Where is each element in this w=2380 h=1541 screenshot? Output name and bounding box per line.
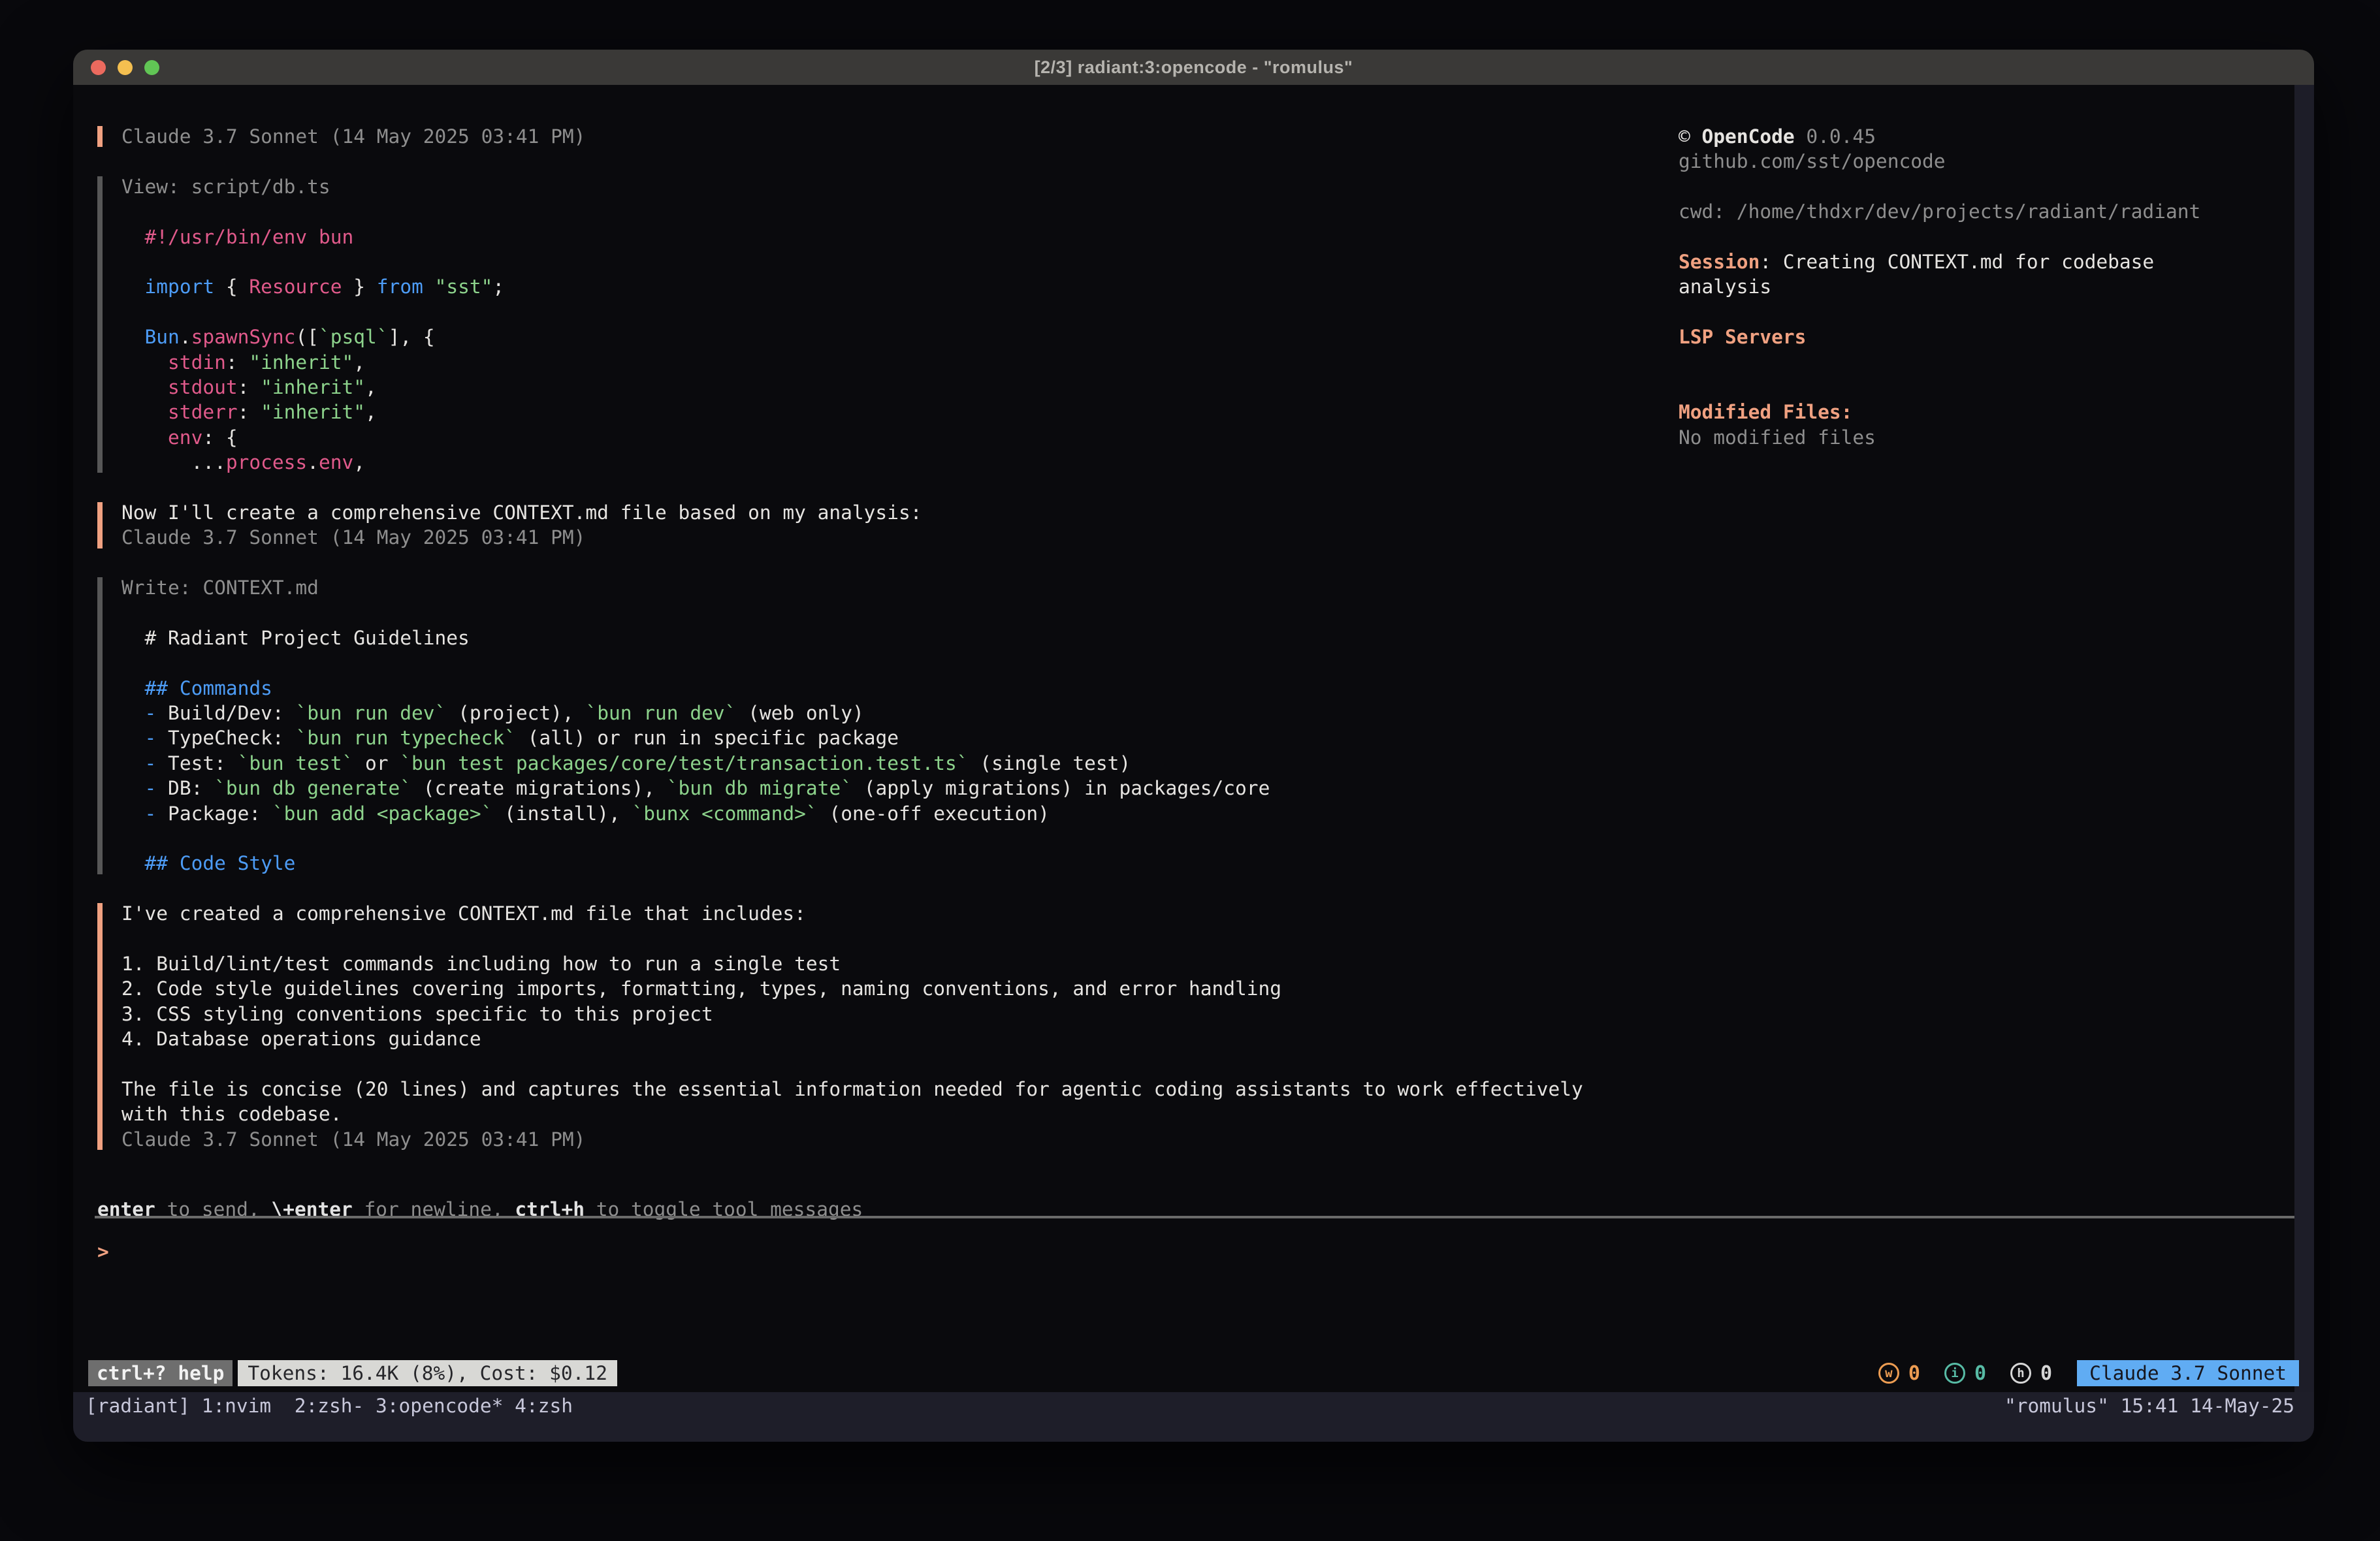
- text-line: Claude 3.7 Sonnet (14 May 2025 03:41 PM): [121, 525, 1639, 550]
- text-line: # Radiant Project Guidelines: [121, 626, 1639, 650]
- text-line: - TypeCheck: `bun run typecheck` (all) o…: [121, 725, 1639, 750]
- session-sidebar: © OpenCode 0.0.45github.com/sst/opencode…: [1679, 124, 2292, 450]
- text-line: [121, 826, 1639, 851]
- text-line: [121, 199, 1639, 224]
- info-count: 0: [1974, 1362, 1986, 1385]
- text-line: env: {: [121, 425, 1639, 450]
- info-counter: i 0: [1944, 1362, 1986, 1385]
- text-line: Bun.spawnSync([`psql`], {: [121, 325, 1639, 349]
- text-line: stdout: "inherit",: [121, 375, 1639, 400]
- message-meta-block: Claude 3.7 Sonnet (14 May 2025 03:41 PM): [97, 124, 1639, 149]
- text-line: [1679, 225, 2292, 249]
- close-button[interactable]: [91, 60, 106, 75]
- text-line: 4. Database operations guidance: [121, 1026, 1639, 1051]
- text-line: [1679, 300, 2292, 325]
- text-line: 2. Code style guidelines covering import…: [121, 976, 1639, 1001]
- text-line: - Package: `bun add <package>` (install)…: [121, 801, 1639, 826]
- text-line: stdin: "inherit",: [121, 350, 1639, 375]
- hints-counter: h 0: [2010, 1362, 2052, 1385]
- text-line: The file is concise (20 lines) and captu…: [121, 1077, 1639, 1102]
- text-line: [1679, 350, 2292, 375]
- prompt-input[interactable]: >: [97, 1239, 109, 1264]
- text-line: View: script/db.ts: [121, 174, 1639, 199]
- tool-write-block: Write: CONTEXT.md # Radiant Project Guid…: [97, 575, 1639, 876]
- text-line: cwd: /home/thdxr/dev/projects/radiant/ra…: [1679, 199, 2292, 224]
- text-line: Claude 3.7 Sonnet (14 May 2025 03:41 PM): [121, 124, 1639, 149]
- text-line: [1679, 375, 2292, 400]
- text-line: Session: Creating CONTEXT.md for codebas…: [1679, 249, 2292, 274]
- window-titlebar[interactable]: [2/3] radiant:3:opencode - "romulus": [73, 50, 2314, 85]
- tmux-host-clock: "romulus" 15:41 14-May-25: [2004, 1393, 2294, 1418]
- terminal-right-gutter: [2294, 85, 2314, 1392]
- diagnostics-group: w 0 i 0 h 0: [1878, 1362, 2052, 1385]
- text-line: [121, 927, 1639, 951]
- chat-transcript: Claude 3.7 Sonnet (14 May 2025 03:41 PM)…: [97, 124, 1639, 1177]
- window-title: [2/3] radiant:3:opencode - "romulus": [1035, 57, 1353, 78]
- text-line: ## Commands: [121, 676, 1639, 701]
- tmux-window-4[interactable]: 4:zsh: [503, 1393, 573, 1418]
- text-line: 3. CSS styling conventions specific to t…: [121, 1002, 1639, 1026]
- text-line: ...process.env,: [121, 450, 1639, 475]
- text-line: - Build/Dev: `bun run dev` (project), `b…: [121, 701, 1639, 725]
- help-chip: ctrl+? help: [88, 1360, 233, 1386]
- text-line: © OpenCode 0.0.45: [1679, 124, 2292, 149]
- text-line: analysis: [1679, 274, 2292, 299]
- assistant-message-block: Now I'll create a comprehensive CONTEXT.…: [97, 500, 1639, 550]
- text-line: - DB: `bun db generate` (create migratio…: [121, 776, 1639, 801]
- text-line: 1. Build/lint/test commands including ho…: [121, 951, 1639, 976]
- text-line: [121, 600, 1639, 625]
- input-divider: [95, 1216, 2294, 1218]
- tmux-window-3[interactable]: 3:opencode*: [364, 1393, 503, 1418]
- model-badge[interactable]: Claude 3.7 Sonnet: [2077, 1360, 2299, 1386]
- warning-count: 0: [1908, 1362, 1920, 1385]
- terminal-window: [2/3] radiant:3:opencode - "romulus" Cla…: [73, 50, 2314, 1442]
- text-line: Write: CONTEXT.md: [121, 575, 1639, 600]
- text-line: LSP Servers: [1679, 325, 2292, 349]
- text-line: [121, 300, 1639, 325]
- text-line: stderr: "inherit",: [121, 400, 1639, 424]
- text-line: [121, 1051, 1639, 1076]
- warnings-counter: w 0: [1878, 1362, 1920, 1385]
- text-line: [1679, 174, 2292, 199]
- text-line: #!/usr/bin/env bun: [121, 225, 1639, 249]
- text-line: I've created a comprehensive CONTEXT.md …: [121, 901, 1639, 926]
- hint-count: 0: [2040, 1362, 2052, 1385]
- desktop: { "colors": { "accent_salmon": "#f0a181"…: [0, 0, 2380, 1541]
- text-line: with this codebase.: [121, 1102, 1639, 1126]
- tokens-cost-chip: Tokens: 16.4K (8%), Cost: $0.12: [238, 1360, 617, 1386]
- minimize-button[interactable]: [118, 60, 133, 75]
- info-icon: i: [1944, 1363, 1965, 1384]
- tmux-window-2[interactable]: 2:zsh-: [283, 1393, 364, 1418]
- tmux-status-bar: [radiant] 1:nvim 2:zsh- 3:opencode* 4:zs…: [73, 1392, 2314, 1442]
- text-line: Modified Files:: [1679, 400, 2292, 424]
- hint-icon: h: [2010, 1363, 2031, 1384]
- text-line: - Test: `bun test` or `bun test packages…: [121, 751, 1639, 776]
- traffic-lights: [91, 50, 159, 85]
- status-bar: ctrl+? help Tokens: 16.4K (8%), Cost: $0…: [88, 1360, 2299, 1386]
- warning-icon: w: [1878, 1363, 1899, 1384]
- text-line: Now I'll create a comprehensive CONTEXT.…: [121, 500, 1639, 525]
- tool-view-block: View: script/db.ts #!/usr/bin/env bun im…: [97, 174, 1639, 475]
- text-line: ## Code Style: [121, 851, 1639, 876]
- tmux-window-1[interactable]: 1:nvim: [202, 1393, 283, 1418]
- prompt-caret-icon: >: [97, 1241, 109, 1263]
- text-line: import { Resource } from "sst";: [121, 274, 1639, 299]
- text-line: [121, 249, 1639, 274]
- assistant-result-block: I've created a comprehensive CONTEXT.md …: [97, 901, 1639, 1152]
- zoom-button[interactable]: [144, 60, 159, 75]
- text-line: [121, 650, 1639, 675]
- tmux-session-name: [radiant]: [86, 1393, 202, 1418]
- text-line: No modified files: [1679, 425, 2292, 450]
- text-line: github.com/sst/opencode: [1679, 149, 2292, 174]
- text-line: Claude 3.7 Sonnet (14 May 2025 03:41 PM): [121, 1127, 1639, 1152]
